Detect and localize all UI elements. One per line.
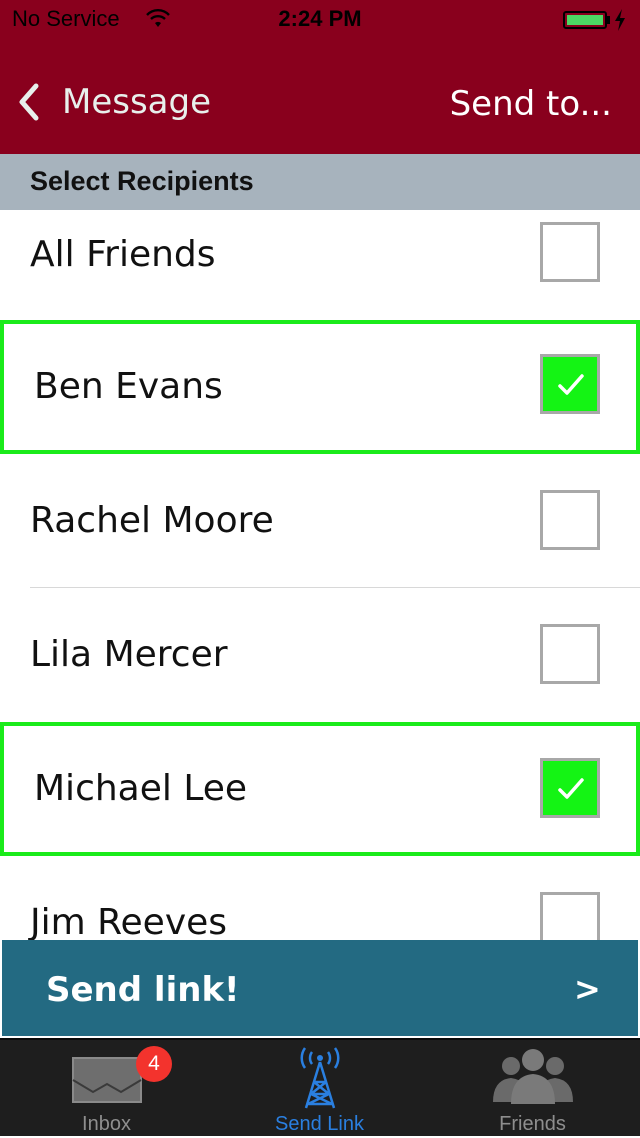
recipient-row-lila-mercer[interactable]: Lila Mercer [0,588,640,722]
recipient-checkbox[interactable] [540,892,600,940]
send-link-button[interactable]: Send link! > [2,940,638,1036]
recipient-row-jim-reeves[interactable]: Jim Reeves [0,856,640,940]
chevron-right-icon: > [574,970,601,1008]
recipient-name: Jim Reeves [30,902,228,940]
tab-friends[interactable]: Friends [426,1040,639,1138]
recipient-name: Michael Lee [34,768,248,809]
battery-tip [607,16,610,24]
section-header: Select Recipients [0,154,640,210]
broadcast-tower-icon [300,1047,339,1109]
recipient-row-michael-lee[interactable]: Michael Lee [0,722,640,856]
tab-inbox[interactable]: 4 Inbox [0,1040,213,1138]
navigation-bar: Message Send to... [0,40,640,154]
recipient-checkbox[interactable] [540,758,600,818]
recipient-name: All Friends [30,234,216,275]
tab-send-link[interactable]: Send Link [213,1040,426,1138]
back-button[interactable]: Message [16,80,211,124]
envelope-icon [71,1057,142,1103]
recipient-checkbox[interactable] [540,222,600,282]
recipient-checkbox[interactable] [540,490,600,550]
send-link-label: Send link! [46,970,240,1010]
checkmark-icon [558,778,584,799]
battery-icon [563,11,607,29]
recipient-row-rachel-moore[interactable]: Rachel Moore [0,454,640,588]
chevron-left-icon [19,83,39,121]
tab-bar: 4 Inbox Send Link Friends [0,1038,640,1136]
recipient-checkbox[interactable] [540,624,600,684]
inbox-badge: 4 [136,1046,172,1082]
checkmark-icon [558,374,584,395]
page-title: Send to... [449,84,612,124]
clock: 2:24 PM [278,6,362,31]
recipient-row-ben-evans[interactable]: Ben Evans [0,320,640,454]
recipient-name: Rachel Moore [30,500,274,541]
recipient-checkbox[interactable] [540,354,600,414]
status-bar: No Service 2:24 PM [0,0,640,40]
charging-bolt-icon [615,9,625,31]
section-title: Select Recipients [30,166,254,196]
tab-label: Send Link [275,1113,364,1135]
tab-label: Inbox [82,1113,131,1135]
recipient-list[interactable]: All Friends Ben Evans Rachel Moore Lila … [0,210,640,940]
tab-label: Friends [499,1113,566,1135]
people-group-icon [492,1049,573,1104]
back-label: Message [62,82,212,122]
recipient-name: Lila Mercer [30,634,228,675]
recipient-name: Ben Evans [34,366,223,407]
